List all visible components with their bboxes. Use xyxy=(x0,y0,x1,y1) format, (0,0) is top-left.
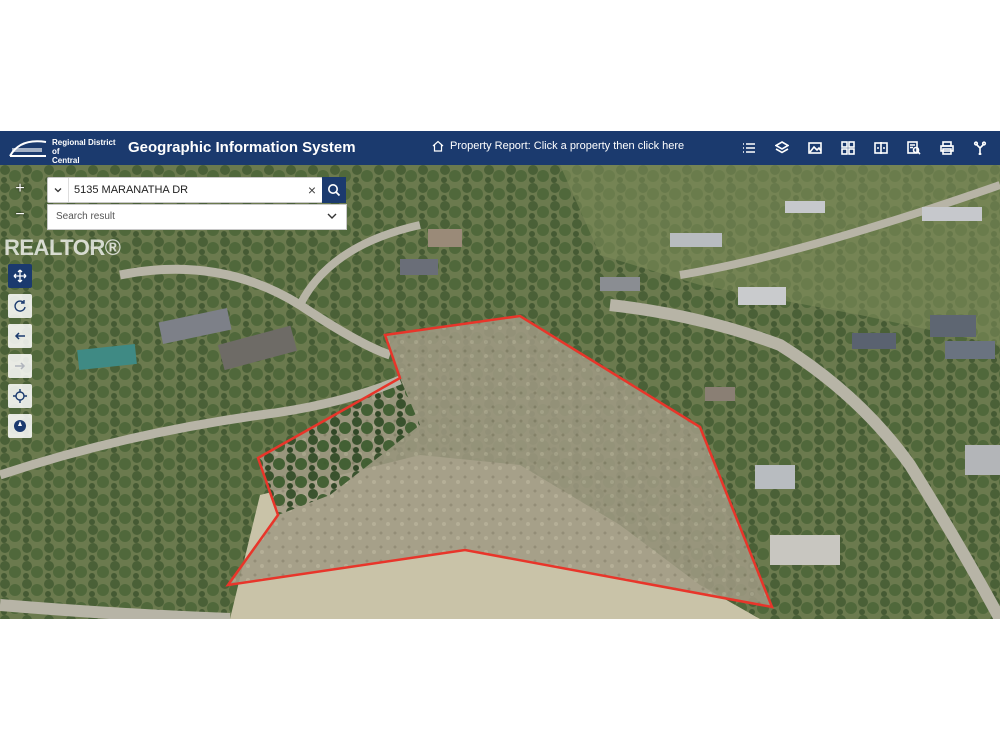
house-roof xyxy=(755,465,795,489)
chevron-down-icon xyxy=(327,213,337,219)
map-tool-column xyxy=(8,264,32,438)
pan-button[interactable] xyxy=(8,264,32,288)
property-report-link[interactable]: Property Report: Click a property then c… xyxy=(432,140,684,152)
layers-icon xyxy=(775,141,789,154)
search-result-select[interactable]: Search result xyxy=(47,204,347,230)
house-roof xyxy=(930,315,976,337)
identify-icon xyxy=(907,141,921,155)
search-icon xyxy=(328,184,341,197)
house-roof xyxy=(738,287,786,305)
org-line-1: Regional District of xyxy=(52,138,116,156)
search-button[interactable] xyxy=(322,177,346,203)
zoom-control: + − xyxy=(8,176,32,228)
tools-button[interactable] xyxy=(966,134,994,162)
house-roof xyxy=(945,341,995,359)
compass-icon xyxy=(14,420,26,432)
list-icon xyxy=(743,143,755,153)
compare-icon xyxy=(874,142,888,154)
house-roof xyxy=(670,233,722,247)
logo-mark-icon xyxy=(9,140,47,157)
house-roof xyxy=(770,535,840,565)
zoom-out-button[interactable]: − xyxy=(8,202,32,228)
arrow-left-icon xyxy=(14,332,25,340)
realtor-watermark: REALTOR® xyxy=(4,235,121,260)
print-button[interactable] xyxy=(933,134,961,162)
next-extent-button[interactable] xyxy=(8,354,32,378)
basemap-button[interactable] xyxy=(801,134,829,162)
search-dropdown-toggle[interactable] xyxy=(48,178,69,202)
house-roof xyxy=(785,201,825,213)
locate-button[interactable] xyxy=(8,384,32,408)
pan-icon xyxy=(13,269,27,283)
top-bar: Regional District of Central Okanagan Ge… xyxy=(0,131,1000,174)
rdco-logo: Regional District of Central Okanagan xyxy=(6,134,120,174)
grid-button[interactable] xyxy=(834,134,862,162)
home-icon xyxy=(432,140,444,152)
search-box: × xyxy=(47,177,323,203)
compare-button[interactable] xyxy=(867,134,895,162)
aerial-map[interactable] xyxy=(0,165,1000,619)
list-button[interactable] xyxy=(735,134,763,162)
house-roof xyxy=(600,277,640,291)
gis-app: Regional District of Central Okanagan Ge… xyxy=(0,131,1000,619)
tools-icon xyxy=(973,141,987,155)
compass-button[interactable] xyxy=(8,414,32,438)
search-input[interactable] xyxy=(74,182,294,198)
previous-extent-button[interactable] xyxy=(8,324,32,348)
house-roof xyxy=(400,259,438,275)
house-roof xyxy=(922,207,982,221)
house-roof xyxy=(428,229,462,247)
rotate-button[interactable] xyxy=(8,294,32,318)
app-title: Geographic Information System xyxy=(128,139,356,156)
property-report-label: Property Report: Click a property then c… xyxy=(450,140,685,152)
chevron-down-icon xyxy=(54,188,62,193)
zoom-in-button[interactable]: + xyxy=(8,176,32,202)
print-icon xyxy=(940,141,954,155)
basemap-icon xyxy=(808,142,822,154)
search-result-label: Search result xyxy=(56,211,115,222)
house-roof xyxy=(705,387,735,401)
arrow-right-icon xyxy=(15,362,26,370)
clear-icon[interactable]: × xyxy=(308,182,316,198)
layers-button[interactable] xyxy=(768,134,796,162)
identify-button[interactable] xyxy=(900,134,928,162)
rotate-icon xyxy=(14,300,26,312)
house-roof xyxy=(965,445,1000,475)
crosshair-icon xyxy=(13,389,27,403)
house-roof xyxy=(852,333,896,349)
toolbar xyxy=(735,134,994,162)
grid-icon xyxy=(841,141,855,155)
